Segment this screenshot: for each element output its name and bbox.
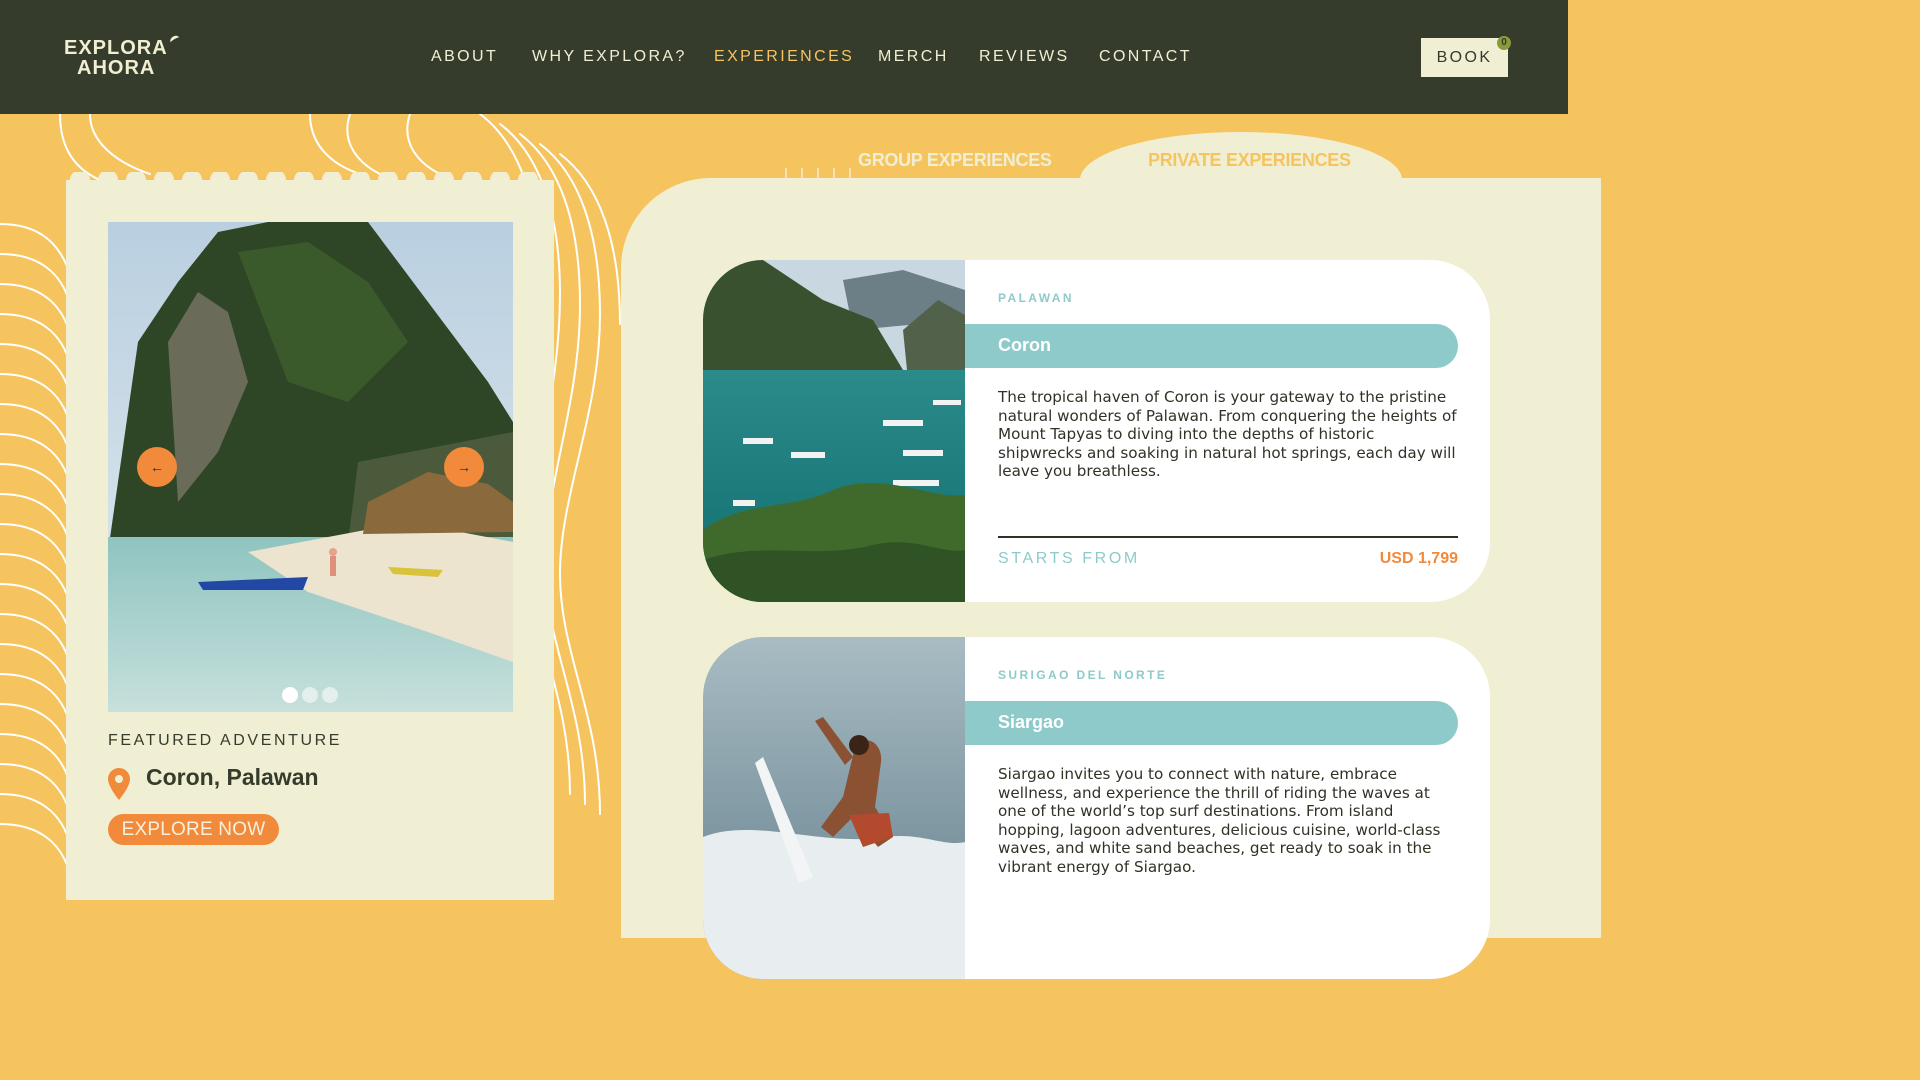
price-divider (998, 536, 1458, 538)
nav-contact[interactable]: CONTACT (1099, 47, 1192, 67)
arrow-right-icon: → (457, 459, 471, 475)
coron-lagoon-photo (703, 260, 965, 602)
nav-about[interactable]: ABOUT (431, 47, 498, 67)
experience-region: PALAWAN (998, 291, 1074, 305)
experience-price: USD 1,799 (1379, 550, 1458, 567)
siargao-surfer-photo (703, 637, 965, 979)
experience-card-siargao[interactable]: SURIGAO DEL NORTE Siargao Siargao invite… (703, 637, 1490, 979)
cart-count-badge: 0 (1497, 36, 1511, 50)
experience-description: The tropical haven of Coron is your gate… (998, 388, 1457, 481)
carousel-dot-2[interactable] (302, 687, 318, 703)
book-button[interactable]: BOOK (1421, 38, 1508, 77)
experience-description: Siargao invites you to connect with natu… (998, 765, 1441, 876)
carousel-next-button[interactable]: → (444, 447, 484, 487)
experience-title: Coron (998, 335, 1051, 355)
carousel-dot-1[interactable] (282, 687, 298, 703)
tab-private-experiences[interactable]: PRIVATE EXPERIENCES (1148, 150, 1351, 171)
location-pin-icon (108, 768, 130, 800)
explore-now-button[interactable]: EXPLORE NOW (108, 814, 279, 845)
nav-experiences[interactable]: EXPERIENCES (714, 47, 854, 67)
main-nav: ABOUT WHY EXPLORA? EXPERIENCES MERCH REV… (0, 47, 1568, 67)
carousel-prev-button[interactable]: ← (137, 447, 177, 487)
featured-adventure-label: FEATURED ADVENTURE (108, 732, 343, 749)
experience-card-coron[interactable]: PALAWAN Coron The tropical haven of Coro… (703, 260, 1490, 602)
carousel-dot-3[interactable] (322, 687, 338, 703)
site-header: EXPLORA AHORA ABOUT WHY EXPLORA? EXPERIE… (0, 0, 1568, 114)
experience-region: SURIGAO DEL NORTE (998, 668, 1168, 682)
nav-reviews[interactable]: REVIEWS (979, 47, 1070, 67)
featured-photo-carousel[interactable]: ← → (108, 222, 513, 712)
nav-merch[interactable]: MERCH (878, 47, 949, 67)
featured-place-name: Coron, Palawan (146, 764, 319, 790)
experience-title: Siargao (998, 712, 1065, 732)
arrow-left-icon: ← (150, 459, 164, 475)
tab-group-experiences[interactable]: GROUP EXPERIENCES (858, 150, 1052, 171)
logo-accent-mark (168, 34, 182, 46)
starts-from-label: STARTS FROM (998, 550, 1140, 567)
nav-why-explora[interactable]: WHY EXPLORA? (532, 47, 687, 67)
